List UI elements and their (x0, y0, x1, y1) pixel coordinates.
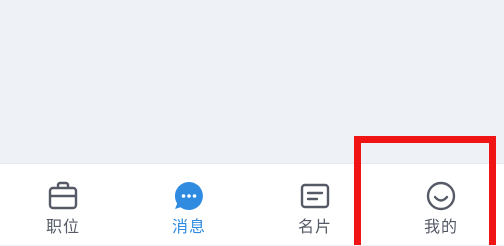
tab-card-label: 名片 (297, 217, 332, 236)
tab-messages-label: 消息 (171, 217, 206, 236)
card-icon (297, 178, 333, 214)
tab-jobs-label: 职位 (45, 217, 80, 236)
chat-bubble-icon (171, 178, 207, 214)
tab-card[interactable]: 名片 (252, 164, 378, 246)
tab-messages[interactable]: 消息 (126, 164, 252, 246)
briefcase-icon (45, 178, 81, 214)
tab-mine[interactable]: 我的 (378, 164, 504, 246)
bottom-tab-bar: 职位 消息 名片 我的 (0, 163, 504, 245)
content-area (0, 0, 504, 163)
tab-mine-label: 我的 (423, 217, 458, 236)
tab-jobs[interactable]: 职位 (0, 164, 126, 246)
smiley-face-icon (423, 178, 459, 214)
